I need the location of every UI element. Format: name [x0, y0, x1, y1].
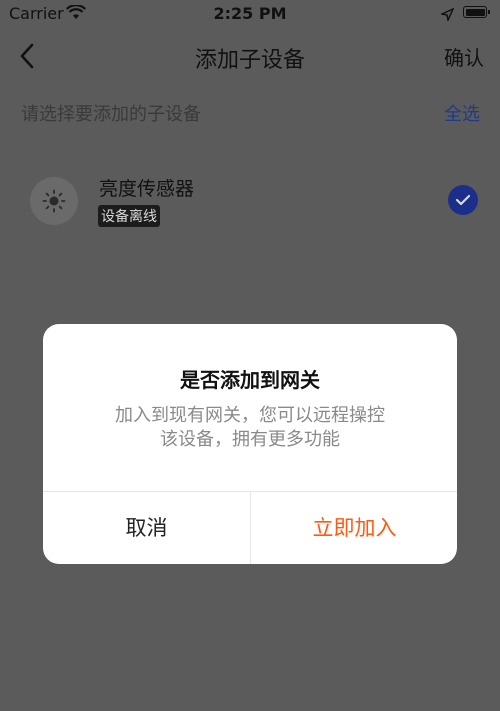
status-bar: Carrier 2:25 PM: [0, 0, 500, 28]
checkmark-icon[interactable]: [448, 185, 478, 215]
add-to-gateway-dialog: 是否添加到网关 加入到现有网关，您可以远程操控 该设备，拥有更多功能 取消 立即…: [43, 324, 457, 564]
device-name: 亮度传感器: [99, 178, 195, 200]
page-title: 添加子设备: [194, 48, 305, 73]
device-list-item[interactable]: 亮度传感器 设备离线: [0, 160, 500, 240]
sun-icon: [30, 177, 78, 225]
battery-icon: [463, 6, 490, 18]
select-hint: 请选择要添加的子设备: [21, 104, 201, 125]
cancel-button[interactable]: 取消: [43, 492, 250, 564]
device-status-badge: 设备离线: [98, 205, 160, 227]
location-arrow-icon: [439, 6, 455, 25]
dialog-message: 加入到现有网关，您可以远程操控 该设备，拥有更多功能: [83, 404, 417, 452]
confirm-button[interactable]: 确认: [444, 42, 484, 71]
subheader: 请选择要添加的子设备 全选: [0, 96, 500, 128]
join-now-button[interactable]: 立即加入: [251, 492, 457, 564]
dialog-message-line-1: 加入到现有网关，您可以远程操控: [115, 405, 385, 426]
dialog-title: 是否添加到网关: [180, 368, 320, 392]
select-all-button[interactable]: 全选: [444, 100, 480, 126]
status-time: 2:25 PM: [213, 4, 287, 23]
dialog-message-line-2: 该设备，拥有更多功能: [160, 429, 340, 450]
navigation-bar: 添加子设备 确认: [0, 28, 500, 84]
